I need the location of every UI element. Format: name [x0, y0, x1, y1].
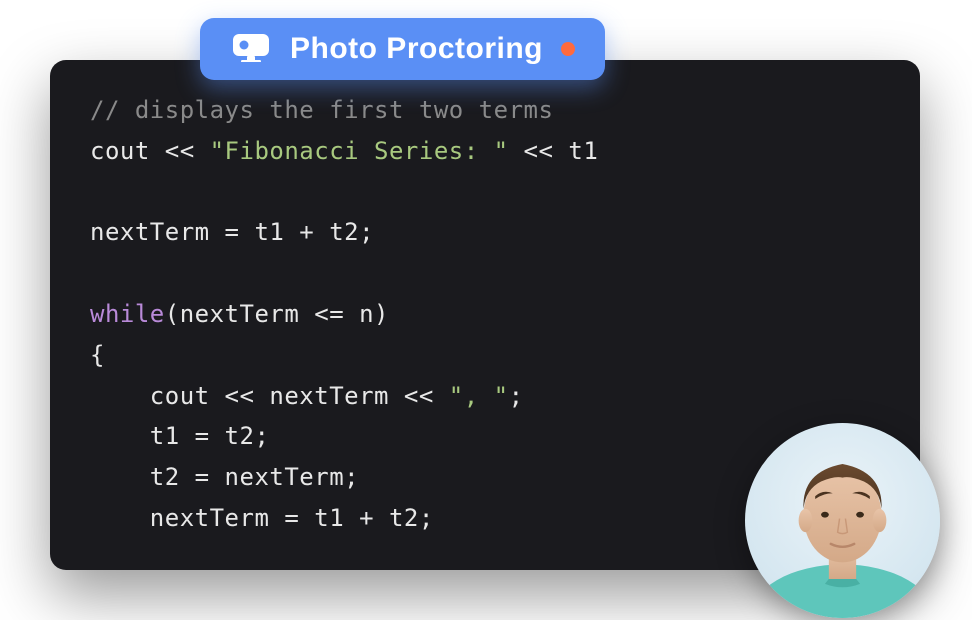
code-line: cout << "Fibonacci Series: " << t1 — [90, 131, 880, 172]
code-token: cout << — [90, 137, 210, 165]
code-token: while — [90, 300, 165, 328]
code-line: t1 = t2; — [90, 416, 880, 457]
code-token: ", " — [449, 382, 509, 410]
code-token: { — [90, 341, 105, 369]
code-line: while(nextTerm <= n) — [90, 294, 880, 335]
code-token: // displays the first two terms — [90, 96, 553, 124]
code-token: (nextTerm <= n) — [165, 300, 389, 328]
code-line — [90, 172, 880, 213]
code-line: // displays the first two terms — [90, 90, 880, 131]
badge-label: Photo Proctoring — [290, 32, 543, 66]
camera-icon — [230, 32, 272, 66]
code-token: ; — [509, 382, 524, 410]
photo-proctoring-badge: Photo Proctoring — [200, 18, 605, 80]
code-line: nextTerm = t1 + t2; — [90, 212, 880, 253]
code-line: cout << nextTerm << ", "; — [90, 376, 880, 417]
code-token: cout << nextTerm << — [90, 382, 449, 410]
code-token: nextTerm = t1 + t2; — [90, 218, 374, 246]
code-line: { — [90, 335, 880, 376]
code-token: t2 = nextTerm; — [90, 463, 359, 491]
code-token: nextTerm = t1 + t2; — [90, 504, 434, 532]
code-token: << t1 — [509, 137, 599, 165]
code-token: t1 = t2; — [90, 422, 269, 450]
proctoring-avatar — [745, 423, 940, 618]
code-token: "Fibonacci Series: " — [210, 137, 509, 165]
recording-indicator-icon — [561, 42, 575, 56]
code-line — [90, 253, 880, 294]
